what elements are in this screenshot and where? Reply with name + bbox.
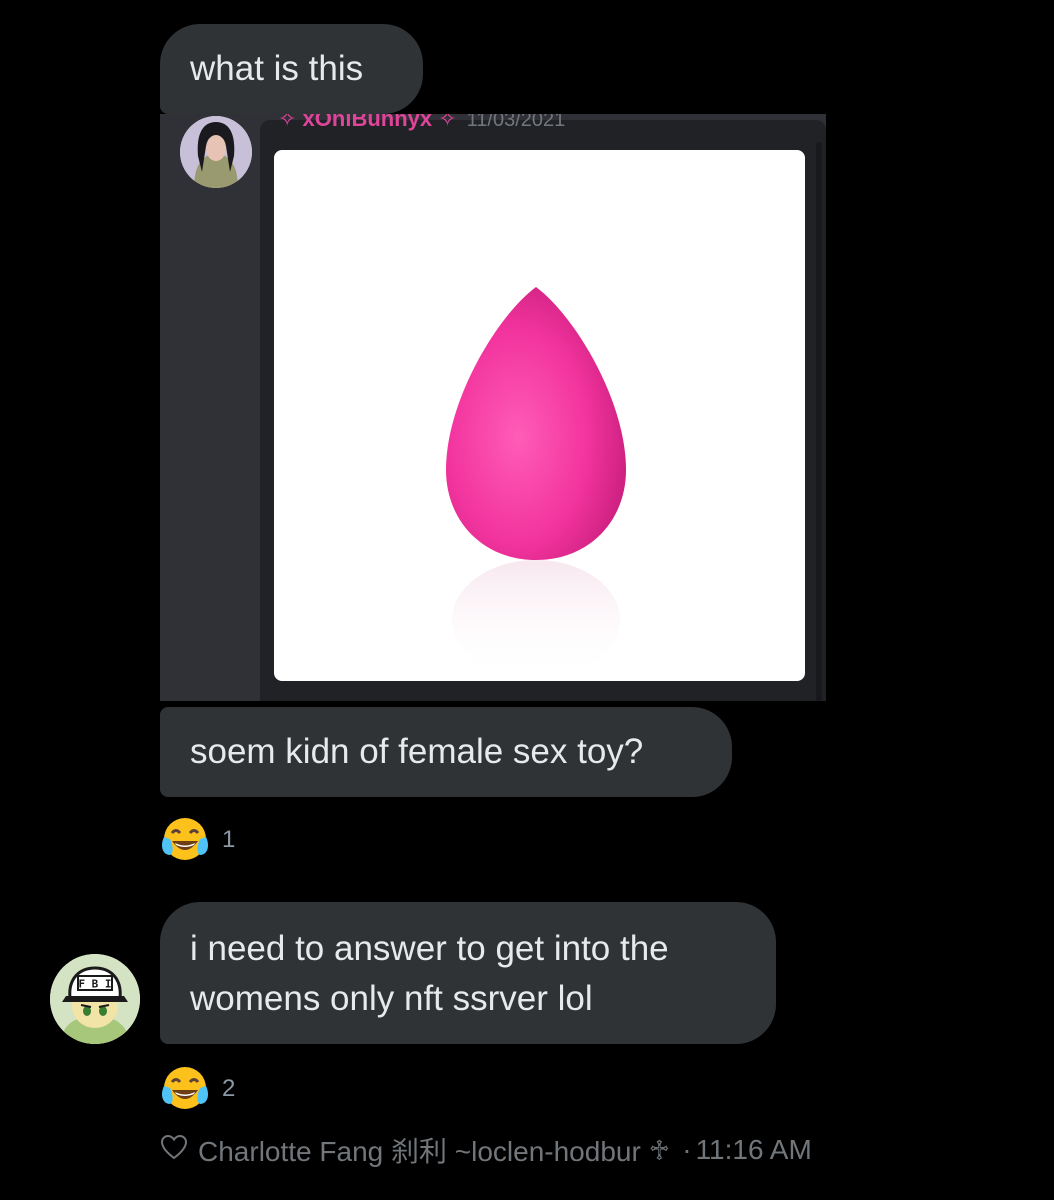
reaction-laugh-2[interactable]: 2 bbox=[160, 1064, 235, 1114]
embed-username[interactable]: ✧ xOniBunnyx ✧ bbox=[278, 114, 457, 131]
message-bubble-question[interactable]: soem kidn of female sex toy? bbox=[160, 707, 732, 797]
message-bubble-what-is-this[interactable]: what is this bbox=[160, 24, 423, 114]
embed-date: 11/03/2021 bbox=[466, 114, 566, 131]
reaction-count: 2 bbox=[222, 1075, 236, 1102]
separator-dot: · bbox=[682, 1134, 692, 1165]
reaction-laugh-1[interactable]: 1 bbox=[160, 815, 235, 865]
message-time: 11:16 AM bbox=[695, 1134, 812, 1165]
attached-image[interactable]: ✧ xOniBunnyx ✧ 11/03/2021 bbox=[160, 114, 826, 701]
svg-text:F B I: F B I bbox=[78, 978, 111, 991]
pink-sponge-icon bbox=[446, 287, 626, 680]
embed-header: ✧ xOniBunnyx ✧ 11/03/2021 bbox=[278, 114, 565, 132]
reaction-count: 1 bbox=[222, 826, 236, 853]
embed-scrollbar bbox=[816, 142, 822, 701]
message-footer: Charlotte Fang 刹利 ~loclen-hodbur ♱ · 11:… bbox=[160, 1130, 812, 1170]
user-avatar[interactable]: F B I bbox=[50, 954, 140, 1044]
face-with-tears-of-joy-icon bbox=[162, 1067, 208, 1109]
message-text: what is this bbox=[190, 49, 364, 88]
sponge-photo[interactable] bbox=[274, 150, 805, 681]
message-text: soem kidn of female sex toy? bbox=[190, 732, 644, 771]
message-bubble-nft-server[interactable]: i need to answer to get into the womens … bbox=[160, 902, 776, 1044]
sender-name[interactable]: Charlotte Fang 刹利 ~loclen-hodbur bbox=[198, 1130, 641, 1170]
message-text: i need to answer to get into the womens … bbox=[190, 929, 669, 1018]
embed-user-avatar bbox=[180, 116, 252, 188]
face-with-tears-of-joy-icon bbox=[162, 818, 208, 860]
heart-outline-icon[interactable] bbox=[160, 1134, 188, 1167]
cross-symbol: ♱ bbox=[648, 1134, 671, 1166]
